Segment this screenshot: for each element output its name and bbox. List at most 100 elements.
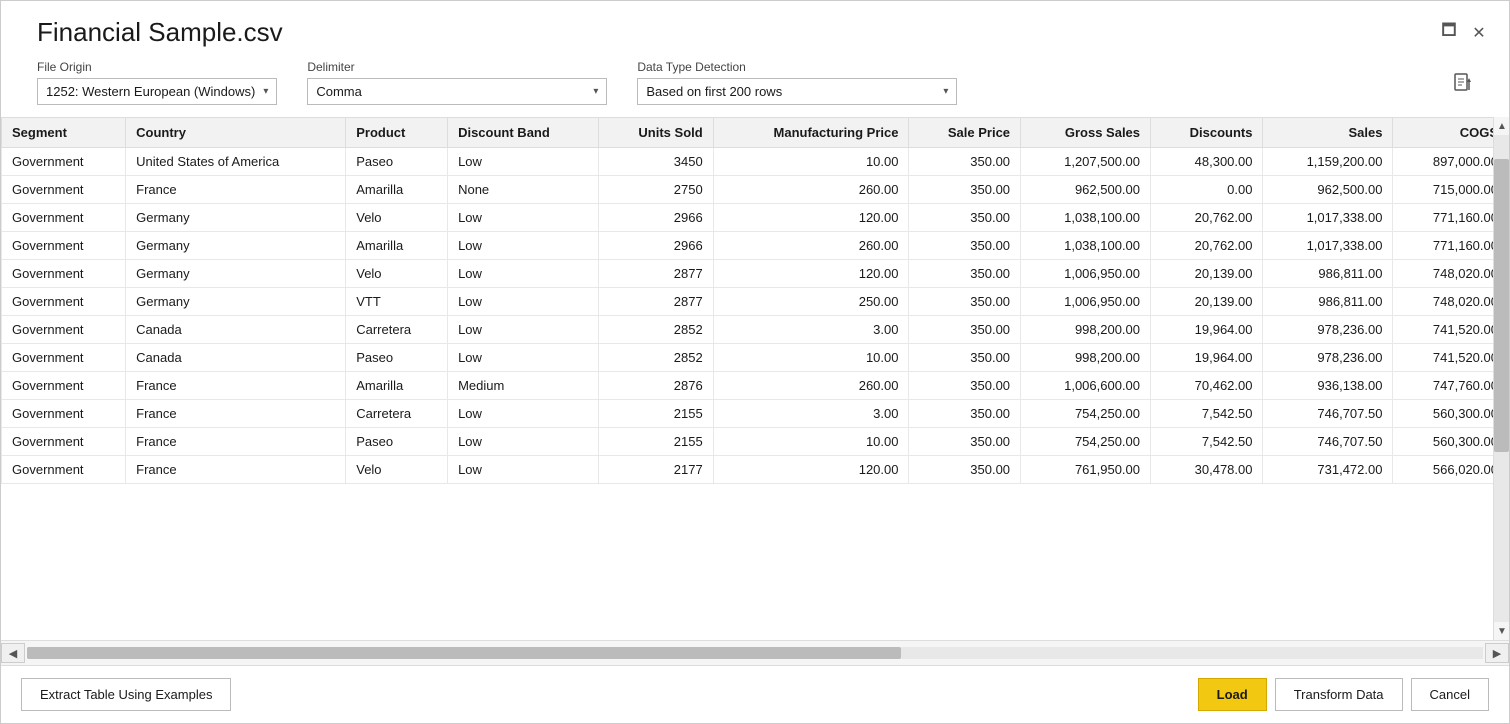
table-cell: 1,207,500.00 (1021, 148, 1151, 176)
table-cell: Government (2, 428, 126, 456)
data-table: SegmentCountryProductDiscount BandUnits … (1, 117, 1509, 484)
table-cell: Government (2, 260, 126, 288)
data-type-label: Data Type Detection (637, 60, 957, 74)
table-cell: 2877 (599, 260, 713, 288)
footer-left: Extract Table Using Examples (21, 678, 231, 711)
table-cell: Government (2, 288, 126, 316)
table-cell: 897,000.00 (1393, 148, 1509, 176)
table-cell: Government (2, 456, 126, 484)
scroll-left-button[interactable]: ◀ (1, 643, 25, 663)
table-cell: 1,038,100.00 (1021, 204, 1151, 232)
scroll-track-vertical[interactable] (1494, 135, 1509, 622)
table-cell: 350.00 (909, 260, 1021, 288)
scroll-track-horizontal[interactable] (27, 647, 1483, 659)
table-cell: 2966 (599, 204, 713, 232)
table-cell: Government (2, 176, 126, 204)
table-cell: Government (2, 232, 126, 260)
table-cell: 748,020.00 (1393, 288, 1509, 316)
table-cell: Low (448, 316, 599, 344)
file-origin-select[interactable]: 1252: Western European (Windows) ▾ (37, 78, 277, 105)
col-header-gross-sales: Gross Sales (1021, 118, 1151, 148)
table-cell: 2852 (599, 344, 713, 372)
data-type-select[interactable]: Based on first 200 rows ▾ (637, 78, 957, 105)
table-cell: Germany (126, 232, 346, 260)
table-cell: Paseo (346, 344, 448, 372)
footer-right: Load Transform Data Cancel (1198, 678, 1489, 711)
table-cell: 10.00 (713, 148, 909, 176)
file-origin-label: File Origin (37, 60, 277, 74)
table-cell: 754,250.00 (1021, 428, 1151, 456)
table-row: GovernmentCanadaCarreteraLow28523.00350.… (2, 316, 1509, 344)
controls-row: File Origin 1252: Western European (Wind… (1, 56, 1509, 117)
transform-data-button[interactable]: Transform Data (1275, 678, 1403, 711)
table-cell: 350.00 (909, 372, 1021, 400)
table-cell: 7,542.50 (1151, 400, 1263, 428)
table-cell: Amarilla (346, 176, 448, 204)
table-cell: 560,300.00 (1393, 428, 1509, 456)
table-cell: Carretera (346, 316, 448, 344)
table-cell: 746,707.50 (1263, 428, 1393, 456)
table-cell: 250.00 (713, 288, 909, 316)
table-cell: United States of America (126, 148, 346, 176)
table-cell: 771,160.00 (1393, 204, 1509, 232)
table-cell: Germany (126, 204, 346, 232)
minimize-button[interactable]: 🗖 (1439, 23, 1459, 43)
table-cell: 350.00 (909, 456, 1021, 484)
table-cell: 3450 (599, 148, 713, 176)
table-cell: 19,964.00 (1151, 316, 1263, 344)
table-cell: 30,478.00 (1151, 456, 1263, 484)
footer: Extract Table Using Examples Load Transf… (1, 665, 1509, 723)
scroll-up-button[interactable]: ▲ (1494, 117, 1509, 135)
table-row: GovernmentGermanyVeloLow2966120.00350.00… (2, 204, 1509, 232)
table-cell: Velo (346, 456, 448, 484)
table-cell: 978,236.00 (1263, 344, 1393, 372)
table-row: GovernmentFranceAmarillaNone2750260.0035… (2, 176, 1509, 204)
col-header-segment: Segment (2, 118, 126, 148)
col-header-discount-band: Discount Band (448, 118, 599, 148)
col-header-manufacturing-price: Manufacturing Price (713, 118, 909, 148)
table-cell: 20,139.00 (1151, 288, 1263, 316)
table-cell: VTT (346, 288, 448, 316)
table-cell: 20,139.00 (1151, 260, 1263, 288)
table-header-row: SegmentCountryProductDiscount BandUnits … (2, 118, 1509, 148)
load-button[interactable]: Load (1198, 678, 1267, 711)
table-cell: Low (448, 148, 599, 176)
file-origin-chevron-icon: ▾ (263, 86, 268, 97)
table-cell: Government (2, 204, 126, 232)
table-cell: 566,020.00 (1393, 456, 1509, 484)
delimiter-select[interactable]: Comma ▾ (307, 78, 607, 105)
close-button[interactable]: ✕ (1469, 23, 1489, 43)
table-cell: 3.00 (713, 400, 909, 428)
horizontal-scrollbar[interactable]: ◀ ▶ (1, 640, 1509, 665)
table-cell: 1,038,100.00 (1021, 232, 1151, 260)
scroll-thumb-vertical[interactable] (1494, 159, 1509, 451)
table-cell: 986,811.00 (1263, 288, 1393, 316)
col-header-sale-price: Sale Price (909, 118, 1021, 148)
table-cell: 936,138.00 (1263, 372, 1393, 400)
table-scroll-wrapper[interactable]: ▲ ▼ SegmentCountryProductDiscount BandUn… (1, 117, 1509, 640)
export-icon[interactable] (1453, 72, 1473, 105)
extract-table-button[interactable]: Extract Table Using Examples (21, 678, 231, 711)
table-cell: Low (448, 344, 599, 372)
table-cell: 731,472.00 (1263, 456, 1393, 484)
table-cell: 747,760.00 (1393, 372, 1509, 400)
cancel-button[interactable]: Cancel (1411, 678, 1489, 711)
table-cell: 260.00 (713, 372, 909, 400)
table-cell: Germany (126, 288, 346, 316)
table-cell: Low (448, 456, 599, 484)
table-cell: 998,200.00 (1021, 316, 1151, 344)
table-row: GovernmentGermanyVeloLow2877120.00350.00… (2, 260, 1509, 288)
vertical-scrollbar[interactable]: ▲ ▼ (1493, 117, 1509, 640)
table-cell: 20,762.00 (1151, 204, 1263, 232)
table-cell: 20,762.00 (1151, 232, 1263, 260)
scroll-right-button[interactable]: ▶ (1485, 643, 1509, 663)
table-cell: 560,300.00 (1393, 400, 1509, 428)
table-cell: 70,462.00 (1151, 372, 1263, 400)
table-cell: 350.00 (909, 204, 1021, 232)
table-cell: 771,160.00 (1393, 232, 1509, 260)
title-bar: Financial Sample.csv 🗖 ✕ (1, 1, 1509, 56)
delimiter-chevron-icon: ▾ (593, 86, 598, 97)
table-cell: 350.00 (909, 232, 1021, 260)
table-cell: 120.00 (713, 456, 909, 484)
scroll-down-button[interactable]: ▼ (1494, 622, 1509, 640)
